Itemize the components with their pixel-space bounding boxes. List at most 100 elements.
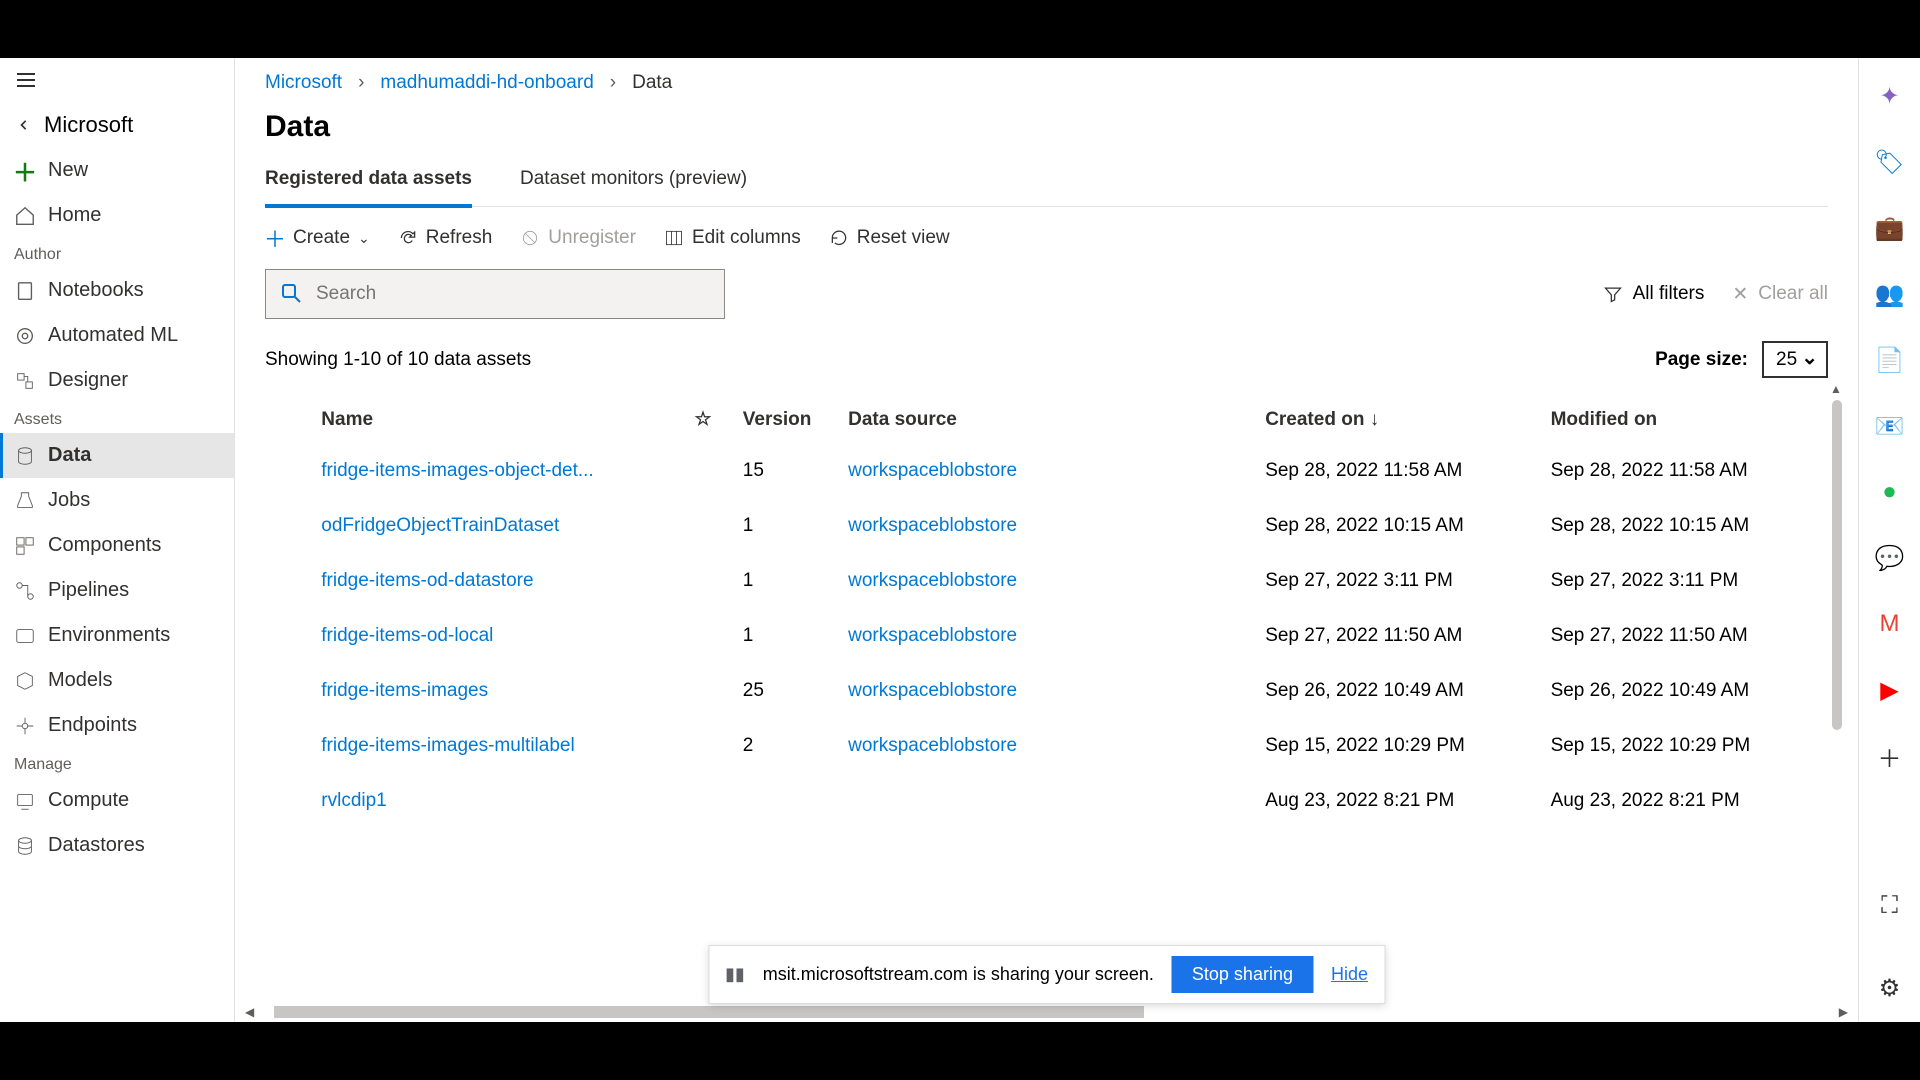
data-source-link[interactable]: workspaceblobstore: [848, 680, 1017, 701]
asset-version: 2: [735, 719, 840, 774]
search-input[interactable]: [316, 283, 710, 305]
nav-components[interactable]: Components: [0, 523, 234, 568]
spotify-icon[interactable]: ●: [1876, 478, 1904, 506]
nav-datastores-label: Datastores: [48, 834, 145, 857]
nav-data[interactable]: Data: [0, 433, 234, 478]
refresh-icon: [398, 228, 418, 248]
table-row[interactable]: odFridgeObjectTrainDataset 1 workspaceblob…: [265, 499, 1828, 554]
asset-name-link[interactable]: fridge-items-od-datastore: [321, 570, 533, 591]
scroll-thumb[interactable]: [274, 1006, 1144, 1018]
vertical-scrollbar[interactable]: [1832, 400, 1842, 730]
nav-automl[interactable]: Automated ML: [0, 313, 234, 358]
col-modified-header[interactable]: Modified on: [1543, 396, 1828, 444]
asset-name-link[interactable]: rvlcdip1: [321, 790, 386, 811]
select-all-header[interactable]: [265, 396, 313, 444]
data-source-link[interactable]: workspaceblobstore: [848, 625, 1017, 646]
table-row[interactable]: fridge-items-images-object-det...15works…: [265, 444, 1828, 499]
add-icon[interactable]: ＋: [1876, 742, 1904, 770]
nav-notebooks[interactable]: Notebooks: [0, 268, 234, 313]
search-icon: [280, 282, 304, 306]
asset-name-link[interactable]: fridge-items-images-multilabel: [321, 735, 574, 756]
data-source-link[interactable]: workspaceblobstore: [848, 570, 1017, 591]
hamburger-menu-icon[interactable]: [14, 68, 38, 92]
nav-environments[interactable]: Environments: [0, 613, 234, 658]
scroll-right-icon[interactable]: ▶: [1839, 1005, 1848, 1019]
data-source-link[interactable]: workspaceblobstore: [848, 460, 1017, 481]
create-button[interactable]: ＋ Create ⌄: [265, 227, 370, 249]
status-row: Showing 1-10 of 10 data assets Page size…: [265, 333, 1828, 396]
outlook-icon[interactable]: 📧: [1876, 412, 1904, 440]
search-box[interactable]: [265, 269, 725, 319]
reset-view-button[interactable]: Reset view: [829, 227, 950, 249]
nav-jobs-label: Jobs: [48, 489, 90, 512]
nav-pipelines[interactable]: Pipelines: [0, 568, 234, 613]
col-created-header[interactable]: Created on ↓: [1257, 396, 1542, 444]
refresh-button[interactable]: Refresh: [398, 227, 493, 249]
table-row[interactable]: fridge-items-images-multilabel 2 workspace…: [265, 719, 1828, 774]
office-icon[interactable]: 📄: [1876, 346, 1904, 374]
hide-button[interactable]: Hide: [1331, 964, 1368, 985]
close-icon: ✕: [1732, 283, 1748, 306]
nav-pipelines-label: Pipelines: [48, 579, 129, 602]
tag-icon[interactable]: 🏷: [1876, 148, 1904, 176]
table-row[interactable]: rvlcdip1Aug 23, 2022 8:21 PMAug 23, 2022…: [265, 774, 1828, 829]
settings-gear-icon[interactable]: ⚙: [1876, 974, 1904, 1002]
page-size-select[interactable]: 25: [1762, 341, 1828, 378]
nav-models[interactable]: Models: [0, 658, 234, 703]
nav-new[interactable]: ＋ New: [0, 148, 234, 193]
messenger-icon[interactable]: 💬: [1876, 544, 1904, 572]
asset-version: 1: [735, 499, 840, 554]
edit-columns-button[interactable]: Edit columns: [664, 227, 801, 249]
compute-icon: [14, 790, 36, 812]
asset-name-link[interactable]: fridge-items-images: [321, 680, 488, 701]
modified-on: Aug 23, 2022 8:21 PM: [1543, 774, 1828, 829]
pause-icon[interactable]: ▮▮: [725, 964, 745, 985]
gmail-icon[interactable]: M: [1876, 610, 1904, 638]
table-row[interactable]: fridge-items-od-datastore1workspaceblobs…: [265, 554, 1828, 609]
data-source-link[interactable]: workspaceblobstore: [848, 735, 1017, 756]
main-content: Microsoft › madhumaddi-hd-onboard › Data…: [235, 58, 1858, 1022]
scroll-left-icon[interactable]: ◀: [245, 1005, 254, 1019]
designer-icon: [14, 370, 36, 392]
pipelines-icon: [14, 580, 36, 602]
breadcrumb-root[interactable]: Microsoft: [265, 72, 342, 94]
breadcrumb: Microsoft › madhumaddi-hd-onboard › Data: [265, 58, 1828, 102]
data-source-link[interactable]: workspaceblobstore: [848, 515, 1017, 536]
youtube-icon[interactable]: ▶: [1876, 676, 1904, 704]
table-row[interactable]: fridge-items-od-local1workspaceblobstore…: [265, 609, 1828, 664]
tab-registered-assets[interactable]: Registered data assets: [265, 158, 472, 208]
nav-compute[interactable]: Compute: [0, 778, 234, 823]
nav-components-label: Components: [48, 534, 161, 557]
nav-designer[interactable]: Designer: [0, 358, 234, 403]
expand-rail-icon[interactable]: ⛶: [1876, 892, 1904, 920]
horizontal-scrollbar[interactable]: ◀ ▶: [245, 1004, 1848, 1020]
nav-jobs[interactable]: Jobs: [0, 478, 234, 523]
people-icon[interactable]: 👥: [1876, 280, 1904, 308]
tab-dataset-monitors[interactable]: Dataset monitors (preview): [520, 158, 747, 206]
table-row[interactable]: fridge-items-images25workspaceblobstoreS…: [265, 664, 1828, 719]
breadcrumb-workspace[interactable]: madhumaddi-hd-onboard: [380, 72, 593, 94]
nav-environments-label: Environments: [48, 624, 170, 647]
all-filters-button[interactable]: All filters: [1603, 283, 1705, 305]
nav-home[interactable]: Home: [0, 193, 234, 238]
workspace-switcher[interactable]: Microsoft: [0, 102, 234, 148]
nav-datastores[interactable]: Datastores: [0, 823, 234, 868]
nav-home-label: Home: [48, 204, 101, 227]
nav-endpoints[interactable]: Endpoints: [0, 703, 234, 748]
briefcase-icon[interactable]: 💼: [1876, 214, 1904, 242]
datastores-icon: [14, 835, 36, 857]
section-manage: Manage: [0, 748, 234, 778]
col-version-header[interactable]: Version: [735, 396, 840, 444]
back-arrow-icon: [14, 115, 34, 135]
col-source-header[interactable]: Data source: [840, 396, 1257, 444]
sparkle-icon[interactable]: ✦: [1876, 82, 1904, 110]
app-frame: Microsoft ＋ New Home Author Notebooks Au…: [0, 58, 1920, 1022]
asset-name-link[interactable]: fridge-items-images-object-det...: [321, 460, 593, 481]
share-message: msit.microsoftstream.com is sharing your…: [763, 964, 1154, 985]
col-favorite-header[interactable]: ☆: [686, 396, 734, 444]
asset-name-link[interactable]: odFridgeObjectTrainDataset: [321, 515, 559, 536]
col-name-header[interactable]: Name: [313, 396, 686, 444]
modified-on: Sep 26, 2022 10:49 AM: [1543, 664, 1828, 719]
stop-sharing-button[interactable]: Stop sharing: [1172, 956, 1313, 993]
asset-name-link[interactable]: fridge-items-od-local: [321, 625, 493, 646]
